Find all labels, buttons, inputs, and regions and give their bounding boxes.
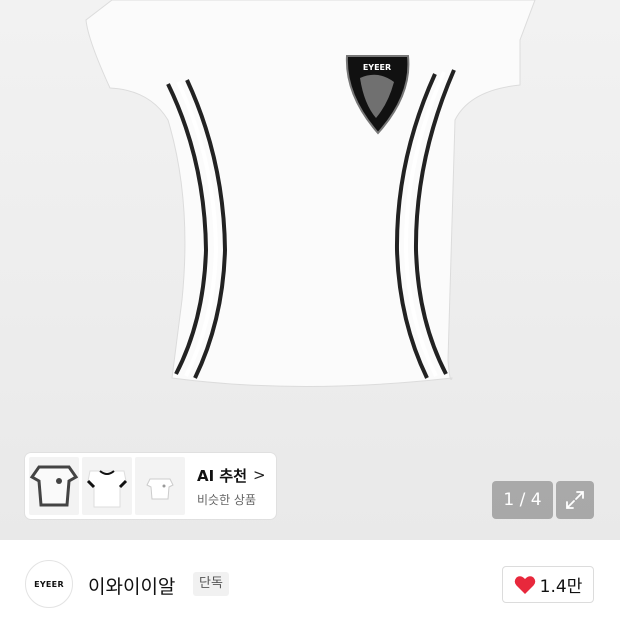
brand-logo-text: EYEER xyxy=(34,579,64,589)
ai-recommend-subtitle: 비슷한 상품 xyxy=(197,492,257,507)
expand-icon xyxy=(566,491,584,509)
heart-icon xyxy=(514,575,535,594)
brand-name[interactable]: 이와이이알 xyxy=(88,572,175,599)
chevron-right-icon[interactable]: > xyxy=(253,466,266,484)
brand-logo[interactable]: EYEER xyxy=(25,560,73,608)
image-pager: 1 / 4 xyxy=(492,481,553,519)
recommend-thumbnail[interactable] xyxy=(135,457,185,515)
like-count: 1.4만 xyxy=(539,577,583,597)
recommend-thumbnail[interactable] xyxy=(82,457,132,515)
like-button[interactable]: 1.4만 xyxy=(502,566,594,603)
ai-recommend-title[interactable]: AI 추천 xyxy=(197,465,247,486)
product-gallery[interactable]: EYEER AI 추천 > 비슷한 상품 1 / 4 xyxy=(0,0,620,540)
exclusive-badge: 단독 xyxy=(193,572,229,596)
brand-bar: EYEER 이와이이알 단독 1.4만 xyxy=(0,540,620,620)
recommend-thumbnail[interactable] xyxy=(29,457,79,515)
emblem-text: EYEER xyxy=(363,63,391,72)
expand-button[interactable] xyxy=(556,481,594,519)
ai-recommend-card[interactable]: AI 추천 > 비슷한 상품 xyxy=(25,453,276,519)
